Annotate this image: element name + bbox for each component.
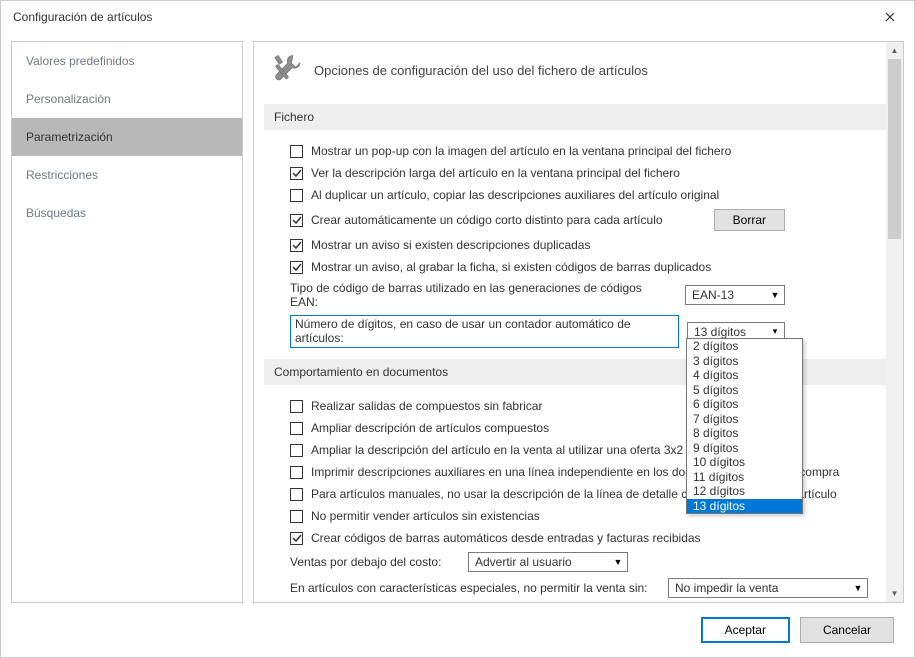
checkbox-ampliar[interactable] [290, 422, 303, 435]
sidebar-label: Personalización [26, 92, 111, 106]
label-popup: Mostrar un pop-up con la imagen del artí… [311, 144, 731, 158]
checkbox-nopermitir[interactable] [290, 510, 303, 523]
cancel-button[interactable]: Cancelar [800, 617, 894, 643]
scrollbar[interactable]: ▲ ▼ [886, 42, 903, 602]
label-desclarga: Ver la descripción larga del artículo en… [311, 166, 680, 180]
combo-costo[interactable]: Advertir al usuario ▼ [468, 552, 628, 572]
label-costo: Ventas por debajo del costo: [290, 555, 460, 569]
close-icon [885, 12, 895, 22]
accept-button[interactable]: Aceptar [701, 617, 790, 643]
main-heading: Opciones de configuración del uso del fi… [314, 63, 648, 78]
sidebar-item-busquedas[interactable]: Búsquedas [12, 194, 242, 232]
combo-value: Advertir al usuario [475, 555, 572, 569]
label-nopermitir: No permitir vender artículos sin existen… [311, 509, 540, 523]
label-digitos: Número de dígitos, en caso de usar un co… [290, 315, 679, 348]
dropdown-item[interactable]: 2 dígitos [687, 339, 802, 354]
label-tipocodigo: Tipo de código de barras utilizado en la… [290, 281, 670, 309]
dropdown-item[interactable]: 11 dígitos [687, 470, 802, 485]
main-scroll: Opciones de configuración del uso del fi… [254, 42, 903, 602]
scroll-up-icon[interactable]: ▲ [886, 42, 903, 59]
label-codcorto: Crear automáticamente un código corto di… [311, 213, 671, 227]
dropdown-item[interactable]: 5 dígitos [687, 383, 802, 398]
label-ampliar: Ampliar descripción de artículos compues… [311, 421, 549, 435]
checkbox-avisobarras[interactable] [290, 261, 303, 274]
titlebar: Configuración de artículos [1, 1, 914, 33]
main-panel: Opciones de configuración del uso del fi… [253, 41, 904, 603]
sidebar-item-parametrizacion[interactable]: Parametrización [12, 118, 242, 156]
sidebar-item-valores[interactable]: Valores predefinidos [12, 42, 242, 80]
sidebar: Valores predefinidos Personalización Par… [11, 41, 243, 603]
close-button[interactable] [874, 3, 906, 31]
window-title: Configuración de artículos [13, 10, 152, 24]
dropdown-item[interactable]: 6 dígitos [687, 397, 802, 412]
label-dupcopiar: Al duplicar un artículo, copiar las desc… [311, 188, 719, 202]
chevron-down-icon: ▼ [768, 290, 782, 300]
sidebar-item-personalizacion[interactable]: Personalización [12, 80, 242, 118]
check-icon [292, 168, 302, 178]
dropdown-item[interactable]: 9 dígitos [687, 441, 802, 456]
dropdown-item[interactable]: 10 dígitos [687, 455, 802, 470]
checkbox-manual[interactable] [290, 488, 303, 501]
check-icon [292, 215, 302, 225]
combo-value: EAN-13 [692, 288, 734, 302]
sidebar-label: Parametrización [26, 130, 113, 144]
dropdown-item[interactable]: 4 dígitos [687, 368, 802, 383]
dropdown-item[interactable]: 3 dígitos [687, 354, 802, 369]
sidebar-label: Valores predefinidos [26, 54, 135, 68]
check-icon [292, 533, 302, 543]
checkbox-salidas[interactable] [290, 400, 303, 413]
label-ampliarventa: Ampliar la descripción del artículo en l… [311, 443, 683, 457]
chevron-down-icon: ▾ [768, 326, 782, 337]
tools-icon [268, 52, 304, 88]
checkbox-ampliarventa[interactable] [290, 444, 303, 457]
checkbox-dupcopiar[interactable] [290, 189, 303, 202]
label-especiales: En artículos con características especia… [290, 581, 660, 595]
footer: Aceptar Cancelar [1, 607, 914, 657]
borrar-button[interactable]: Borrar [714, 209, 785, 231]
section-fichero-header: Fichero [264, 104, 893, 130]
checkbox-codcorto[interactable] [290, 214, 303, 227]
check-icon [292, 240, 302, 250]
checkbox-imprimiraux[interactable] [290, 466, 303, 479]
dropdown-item[interactable]: 12 dígitos [687, 484, 802, 499]
checkbox-avisodup[interactable] [290, 239, 303, 252]
chevron-down-icon: ▼ [611, 557, 625, 567]
chevron-down-icon: ▼ [851, 583, 865, 593]
dropdown-item[interactable]: 13 dígitos [687, 499, 802, 514]
combo-especiales[interactable]: No impedir la venta ▼ [668, 578, 868, 598]
label-avisobarras: Mostrar un aviso, al grabar la ficha, si… [311, 260, 711, 274]
scroll-down-icon[interactable]: ▼ [886, 585, 903, 602]
scroll-thumb[interactable] [888, 59, 901, 239]
sidebar-label: Búsquedas [26, 206, 86, 220]
sidebar-label: Restricciones [26, 168, 98, 182]
checkbox-popup[interactable] [290, 145, 303, 158]
combo-tipocodigo[interactable]: EAN-13 ▼ [685, 285, 785, 305]
combo-value: No impedir la venta [675, 581, 778, 595]
label-salidas: Realizar salidas de compuestos sin fabri… [311, 399, 542, 413]
sidebar-item-restricciones[interactable]: Restricciones [12, 156, 242, 194]
label-crearcb: Crear códigos de barras automáticos desd… [311, 531, 701, 545]
combo-value: 13 dígitos [694, 325, 746, 339]
check-icon [292, 262, 302, 272]
dropdown-digitos[interactable]: 2 dígitos3 dígitos4 dígitos5 dígitos6 dí… [686, 338, 803, 514]
checkbox-desclarga[interactable] [290, 167, 303, 180]
checkbox-crearcb[interactable] [290, 532, 303, 545]
label-avisodup: Mostrar un aviso si existen descripcione… [311, 238, 590, 252]
dropdown-item[interactable]: 7 dígitos [687, 412, 802, 427]
dropdown-item[interactable]: 8 dígitos [687, 426, 802, 441]
